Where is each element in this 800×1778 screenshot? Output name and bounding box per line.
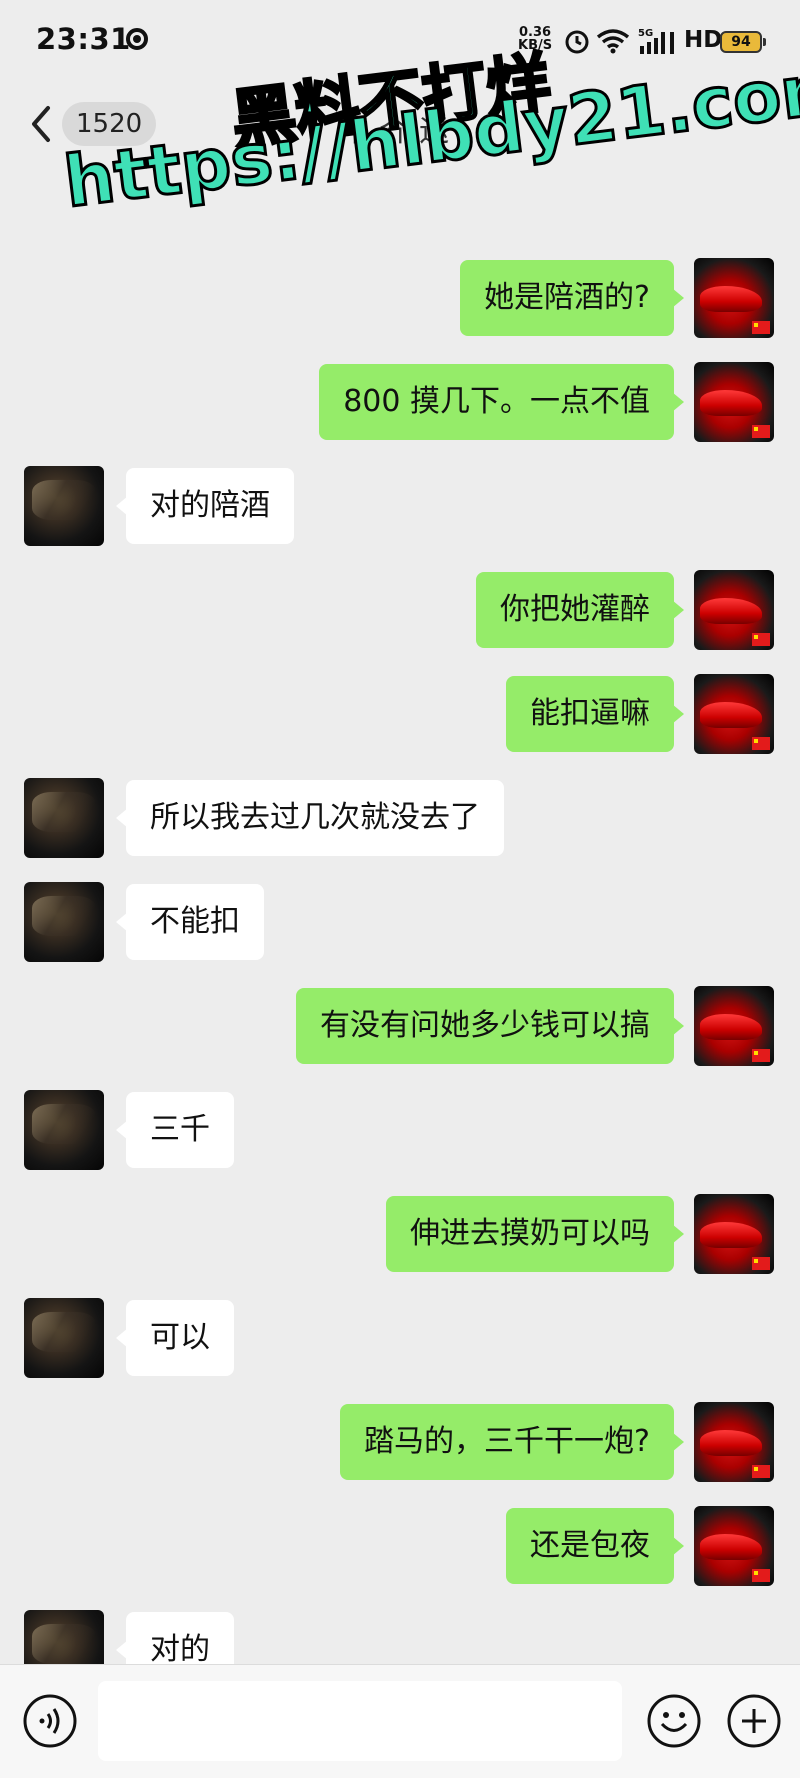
- message-row-sent: 有没有问她多少钱可以搞: [0, 986, 800, 1066]
- flag-icon: [752, 1465, 770, 1478]
- flag-icon: [752, 737, 770, 750]
- message-row-received: 不能扣: [0, 882, 800, 962]
- self-avatar[interactable]: [694, 1402, 774, 1482]
- car-image: [700, 1014, 762, 1040]
- avatar-photo: [32, 1624, 96, 1664]
- flag-icon: [752, 321, 770, 334]
- car-image: [700, 1430, 762, 1456]
- sent-message-bubble[interactable]: 能扣逼嘛: [506, 676, 684, 752]
- chevron-left-icon: [32, 106, 50, 142]
- avatar-photo: [32, 480, 96, 520]
- car-image: [700, 1534, 762, 1560]
- car-image: [700, 286, 762, 312]
- flag-icon: [752, 1569, 770, 1582]
- message-row-received: 可以: [0, 1298, 800, 1378]
- avatar-photo: [32, 896, 96, 936]
- message-row-sent: 她是陪酒的?: [0, 258, 800, 338]
- emoji-icon: [647, 1694, 701, 1748]
- sent-message-bubble[interactable]: 她是陪酒的?: [460, 260, 684, 336]
- flag-icon: [752, 633, 770, 646]
- voice-icon: [23, 1694, 77, 1748]
- self-avatar[interactable]: [694, 674, 774, 754]
- message-row-received: 三千: [0, 1090, 800, 1170]
- self-avatar[interactable]: [694, 1194, 774, 1274]
- received-message-bubble[interactable]: 三千: [116, 1092, 234, 1168]
- received-message-bubble[interactable]: 不能扣: [116, 884, 264, 960]
- contact-avatar[interactable]: [24, 1298, 104, 1378]
- contact-avatar[interactable]: [24, 1090, 104, 1170]
- avatar-photo: [32, 1312, 96, 1352]
- sent-message-bubble[interactable]: 还是包夜: [506, 1508, 684, 1584]
- network-type-label: 5G: [638, 28, 653, 39]
- received-message-bubble[interactable]: 对的陪酒: [116, 468, 294, 544]
- alarm-icon: [564, 28, 590, 58]
- sent-message-bubble[interactable]: 有没有问她多少钱可以搞: [296, 988, 684, 1064]
- avatar-photo: [32, 1104, 96, 1144]
- message-row-received: 所以我去过几次就没去了: [0, 778, 800, 858]
- self-avatar[interactable]: [694, 986, 774, 1066]
- back-button[interactable]: [26, 102, 62, 146]
- cellular-signal-icon: 5G: [638, 26, 678, 60]
- car-image: [700, 598, 762, 624]
- contact-avatar[interactable]: [24, 1610, 104, 1664]
- contact-avatar[interactable]: [24, 778, 104, 858]
- message-list[interactable]: 她是陪酒的? 800 摸几下。一点不值 对的陪酒你把她灌醉能扣逼嘛 所以我去过几次就没…: [0, 170, 800, 1664]
- sent-message-bubble[interactable]: 800 摸几下。一点不值: [319, 364, 684, 440]
- network-speed-unit: KB/S: [518, 38, 553, 53]
- more-button[interactable]: [726, 1693, 782, 1753]
- avatar-photo: [32, 792, 96, 832]
- car-image: [700, 1222, 762, 1248]
- message-row-sent: 能扣逼嘛: [0, 674, 800, 754]
- plus-icon: [727, 1694, 781, 1748]
- status-bar: 23:31 0.36 KB/S 5G HD 94: [0, 0, 800, 84]
- car-image: [700, 390, 762, 416]
- received-message-bubble[interactable]: 对的: [116, 1612, 234, 1664]
- chat-title: 中 介 运: [340, 114, 450, 149]
- message-row-sent: 800 摸几下。一点不值: [0, 362, 800, 442]
- car-image: [700, 702, 762, 728]
- sent-message-bubble[interactable]: 伸进去摸奶可以吗: [386, 1196, 684, 1272]
- unread-count-badge[interactable]: 1520: [62, 102, 157, 146]
- hd-label: HD: [684, 27, 723, 53]
- message-row-sent: 踏马的，三千干一炮?: [0, 1402, 800, 1482]
- status-time: 23:31: [36, 22, 131, 56]
- self-avatar[interactable]: [694, 570, 774, 650]
- flag-icon: [752, 425, 770, 438]
- self-avatar[interactable]: [694, 258, 774, 338]
- wifi-icon: [596, 28, 630, 58]
- contact-avatar[interactable]: [24, 466, 104, 546]
- emoji-button[interactable]: [646, 1693, 702, 1753]
- network-speed: 0.36 KB/S: [518, 26, 552, 52]
- voice-button[interactable]: [22, 1693, 78, 1753]
- message-row-received: 对的: [0, 1610, 800, 1664]
- received-message-bubble[interactable]: 所以我去过几次就没去了: [116, 780, 504, 856]
- battery-icon: 94: [720, 31, 766, 53]
- input-bar: [0, 1664, 800, 1778]
- received-message-bubble[interactable]: 可以: [116, 1300, 234, 1376]
- message-input[interactable]: [98, 1681, 622, 1761]
- flag-icon: [752, 1049, 770, 1062]
- sent-message-bubble[interactable]: 踏马的，三千干一炮?: [340, 1404, 684, 1480]
- message-row-sent: 伸进去摸奶可以吗: [0, 1194, 800, 1274]
- contact-avatar[interactable]: [24, 882, 104, 962]
- message-row-received: 对的陪酒: [0, 466, 800, 546]
- self-avatar[interactable]: [694, 362, 774, 442]
- message-row-sent: 还是包夜: [0, 1506, 800, 1586]
- sent-message-bubble[interactable]: 你把她灌醉: [476, 572, 684, 648]
- message-row-sent: 你把她灌醉: [0, 570, 800, 650]
- chat-header: 1520 中 介 运: [0, 84, 800, 170]
- flag-icon: [752, 1257, 770, 1270]
- self-avatar[interactable]: [694, 1506, 774, 1586]
- notification-icon: [126, 28, 148, 50]
